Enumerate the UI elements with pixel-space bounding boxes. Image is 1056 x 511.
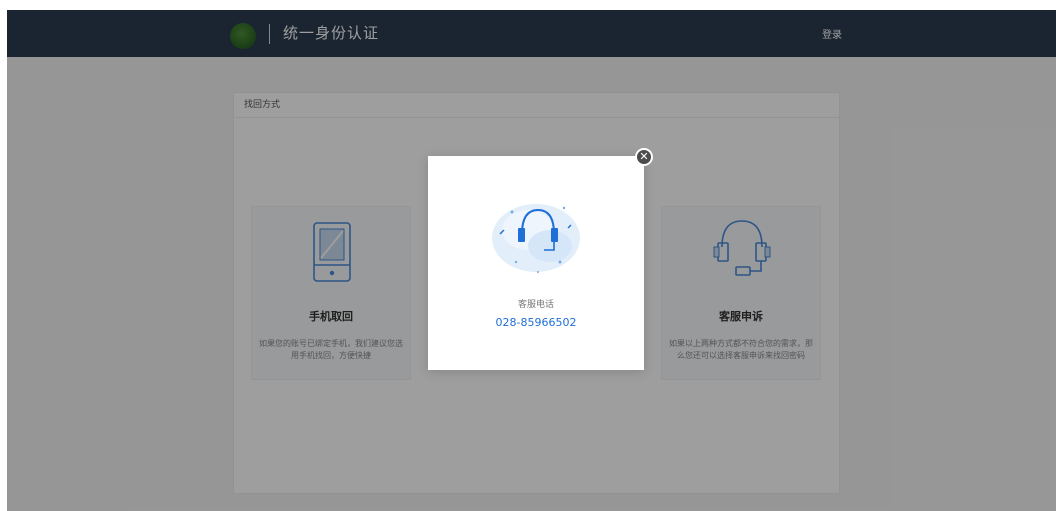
customer-service-dialog: 客服电话 028-85966502 <box>428 156 644 370</box>
close-icon[interactable]: ✕ <box>635 148 653 166</box>
customer-service-phone[interactable]: 028-85966502 <box>428 316 644 329</box>
customer-service-label: 客服电话 <box>517 300 554 310</box>
app-window: 统一身份认证 登录 找回方式 手机取回 如果您的账号已绑定手机，我们建议您选用手… <box>7 10 1056 511</box>
customer-service-headset-icon <box>492 204 580 273</box>
